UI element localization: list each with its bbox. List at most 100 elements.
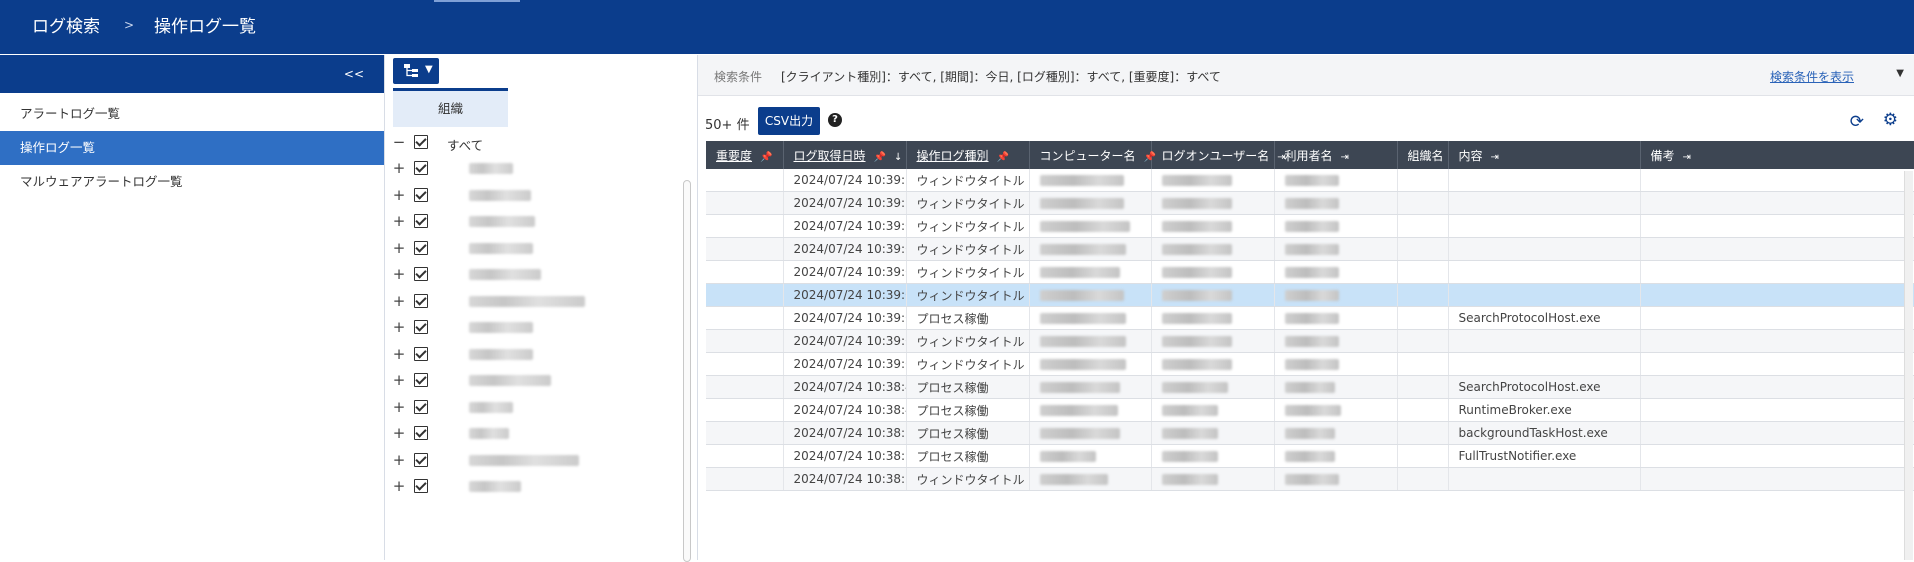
tree-node[interactable]: +: [385, 263, 685, 287]
tree-node[interactable]: +: [385, 475, 685, 499]
tree-root-checkbox[interactable]: [414, 135, 428, 149]
redacted-value: [1161, 313, 1232, 324]
column-header-computer[interactable]: コンピューター名 📌: [1029, 141, 1156, 169]
expand-icon[interactable]: +: [392, 186, 406, 204]
table-scrollbar[interactable]: [1904, 171, 1913, 560]
pin-icon[interactable]: 📌: [997, 152, 1009, 163]
cell-severity: [706, 444, 784, 468]
tree-node-checkbox[interactable]: [414, 479, 428, 493]
tree-node[interactable]: +: [385, 449, 685, 473]
tree-node[interactable]: +: [385, 210, 685, 234]
expand-icon[interactable]: +: [392, 477, 406, 495]
tree-scrollbar[interactable]: [683, 180, 691, 562]
column-header-severity[interactable]: 重要度 📌: [706, 141, 784, 169]
pin-icon[interactable]: 📌: [760, 152, 772, 163]
table-row[interactable]: 2024/07/24 10:39:00ウィンドウタイトル: [706, 352, 1914, 376]
tree-view-dropdown-button[interactable]: ▼: [393, 58, 439, 84]
table-row[interactable]: 2024/07/24 10:38:35プロセス稼働 FullTrustNotifi…: [706, 444, 1914, 468]
tree-node-checkbox[interactable]: [414, 293, 428, 308]
table-row[interactable]: 2024/07/24 10:39:13ウィンドウタイトル: [706, 191, 1914, 215]
expand-icon[interactable]: +: [392, 318, 406, 336]
expand-icon[interactable]: +: [392, 239, 406, 257]
tree-node-checkbox[interactable]: [414, 346, 428, 361]
table-row[interactable]: 2024/07/24 10:39:00ウィンドウタイトル: [706, 329, 1914, 353]
expand-icon[interactable]: +: [392, 424, 406, 442]
tree-node-checkbox[interactable]: [414, 452, 428, 467]
column-header-content[interactable]: 内容 ⇥: [1448, 141, 1641, 169]
expand-icon[interactable]: +: [392, 345, 406, 363]
sort-down-icon[interactable]: ↓: [894, 152, 902, 163]
tree-node-checkbox[interactable]: [414, 240, 428, 255]
cell-log-time: 2024/07/24 10:39:00: [783, 352, 907, 376]
tree-node[interactable]: +: [385, 369, 685, 393]
cell-org-name: [1397, 375, 1449, 399]
pin-icon[interactable]: ⇥: [1491, 152, 1499, 163]
tree-node-checkbox[interactable]: [414, 320, 428, 334]
table-row[interactable]: 2024/07/24 10:39:06ウィンドウタイトル: [706, 260, 1914, 284]
table-row[interactable]: 2024/07/24 10:38:38プロセス稼働 backgroundTaskH…: [706, 421, 1914, 445]
cell-computer: [1029, 444, 1152, 468]
expand-icon[interactable]: +: [392, 371, 406, 389]
tree-node-checkbox[interactable]: [414, 426, 428, 440]
expand-icon[interactable]: +: [392, 265, 406, 283]
table-row[interactable]: 2024/07/24 10:39:13ウィンドウタイトル: [706, 169, 1914, 192]
chevron-down-icon[interactable]: ▼: [1896, 68, 1904, 79]
tree-node-checkbox[interactable]: [414, 214, 428, 228]
tree-node[interactable]: +: [385, 343, 685, 367]
tree-node[interactable]: +: [385, 157, 685, 181]
column-header-org-name[interactable]: 組織名: [1397, 141, 1449, 169]
table-header-row: 重要度 📌 ログ取得日時 📌 ↓ 操作ログ種別 📌 コンピューター名 📌 ログオンユーザー…: [706, 141, 1914, 169]
tree-node-checkbox[interactable]: [414, 267, 428, 281]
pin-icon[interactable]: ⇥: [1683, 152, 1691, 163]
tree-node-checkbox[interactable]: [414, 399, 428, 414]
expand-icon[interactable]: +: [392, 292, 406, 310]
tree-node[interactable]: +: [385, 290, 685, 314]
cell-computer: [1029, 237, 1152, 261]
expand-icon[interactable]: +: [392, 451, 406, 469]
sidebar-item-alert-log[interactable]: アラートログ一覧: [0, 97, 384, 131]
sidebar-item-operation-log[interactable]: 操作ログ一覧: [0, 131, 384, 165]
column-header-logon-user[interactable]: ログオンユーザー名 ⇥: [1151, 141, 1286, 169]
table-row[interactable]: 2024/07/24 10:38:45プロセス稼働 SearchProtocolH…: [706, 375, 1914, 399]
sidebar-collapse-button[interactable]: <<: [344, 67, 364, 81]
tree-node[interactable]: +: [385, 316, 685, 340]
table-row[interactable]: 2024/07/24 10:38:34ウィンドウタイトル: [706, 467, 1914, 491]
tree-node-checkbox[interactable]: [414, 187, 428, 202]
refresh-icon[interactable]: ⟳: [1850, 112, 1864, 132]
column-header-notes[interactable]: 備考 ⇥: [1640, 141, 1914, 169]
sidebar-item-malware-alert-log[interactable]: マルウェアアラートログ一覧: [0, 165, 384, 199]
expand-icon[interactable]: +: [392, 398, 406, 416]
gear-icon[interactable]: ⚙: [1883, 110, 1898, 130]
cell-severity: [706, 283, 784, 307]
expand-icon[interactable]: +: [392, 212, 406, 230]
tree-node[interactable]: +: [385, 184, 685, 208]
table-row[interactable]: 2024/07/24 10:39:07ウィンドウタイトル: [706, 214, 1914, 238]
column-header-log-type[interactable]: 操作ログ種別 📌: [906, 141, 1030, 169]
cell-logon-user: [1151, 191, 1275, 215]
table-row[interactable]: 2024/07/24 10:39:00プロセス稼働 SearchProtocolH…: [706, 306, 1914, 330]
tree-node[interactable]: +: [385, 396, 685, 420]
table-row[interactable]: 2024/07/24 10:39:07ウィンドウタイトル: [706, 237, 1914, 261]
pin-icon[interactable]: 📌: [874, 152, 886, 163]
tree-node-checkbox[interactable]: [414, 161, 428, 175]
collapse-icon[interactable]: −: [392, 133, 406, 151]
column-header-log-time[interactable]: ログ取得日時 📌 ↓: [783, 141, 907, 169]
breadcrumb-log-search[interactable]: ログ検索: [32, 12, 100, 37]
cell-logon-user: [1151, 329, 1275, 353]
tree-node-checkbox[interactable]: [414, 373, 428, 387]
expand-icon[interactable]: +: [392, 159, 406, 177]
column-header-user-name[interactable]: 利用者名 ⇥: [1274, 141, 1398, 169]
tab-organization[interactable]: 組織: [393, 91, 508, 127]
tree-node[interactable]: +: [385, 422, 685, 446]
help-icon[interactable]: ?: [828, 113, 842, 127]
csv-export-button[interactable]: CSV出力: [758, 107, 820, 135]
table-row[interactable]: 2024/07/24 10:39:06ウィンドウタイトル: [706, 283, 1914, 307]
pin-icon[interactable]: ⇥: [1341, 152, 1349, 163]
cell-severity: [706, 467, 784, 491]
pin-icon[interactable]: 📌: [1144, 152, 1156, 163]
table-row[interactable]: 2024/07/24 10:38:42プロセス稼働 RuntimeBroker.e…: [706, 398, 1914, 422]
show-search-conditions-link[interactable]: 検索条件を表示: [1770, 68, 1854, 85]
redacted-value: [1284, 313, 1339, 324]
tree-node[interactable]: +: [385, 237, 685, 261]
tree-root-node[interactable]: − すべて: [385, 131, 685, 155]
